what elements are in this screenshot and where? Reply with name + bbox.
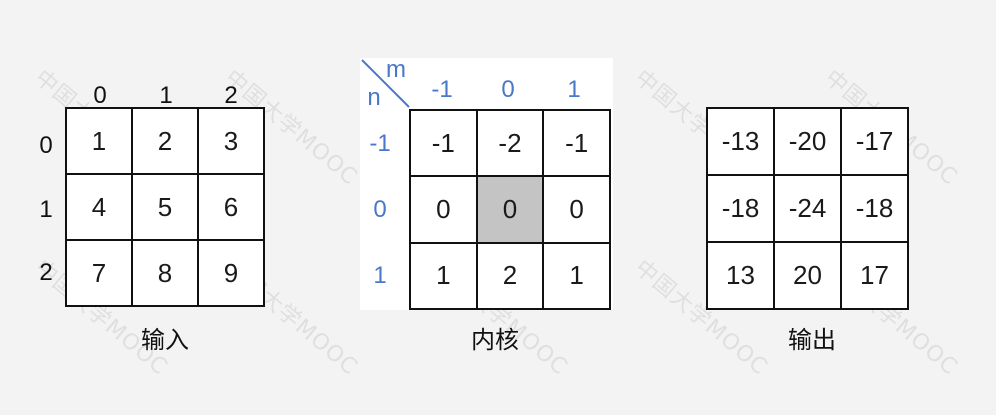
matrix-cell: 7 (65, 239, 133, 307)
input-matrix: 1 2 3 4 5 6 7 8 9 (65, 107, 265, 307)
kernel-col-label: -1 (431, 76, 453, 103)
matrix-cell: 4 (65, 173, 133, 241)
matrix-cell: 5 (131, 173, 199, 241)
matrix-cell: 20 (773, 241, 842, 310)
matrix-cell: -2 (475, 108, 545, 178)
input-col-label: 0 (93, 82, 107, 109)
matrix-cell: -1 (409, 108, 478, 178)
matrix-cell: -18 (840, 174, 909, 243)
matrix-cell: 3 (197, 107, 265, 175)
input-row-label: 1 (39, 196, 53, 223)
kernel-row-label: -1 (369, 130, 391, 157)
matrix-cell: -1 (542, 108, 611, 178)
input-col-label: 1 (159, 82, 173, 109)
kernel-caption: 内核 (471, 326, 519, 354)
axis-label-n: n (367, 84, 381, 111)
kernel-col-label: 0 (501, 76, 515, 103)
matrix-cell: -20 (773, 107, 842, 176)
matrix-cell: -24 (773, 174, 842, 243)
kernel-col-label: 1 (567, 76, 581, 103)
kernel-center-cell: 0 (475, 175, 545, 244)
matrix-cell: 0 (542, 175, 611, 244)
input-row-label: 2 (39, 259, 53, 286)
matrix-cell: 0 (409, 175, 478, 244)
matrix-cell: -13 (706, 107, 775, 176)
matrix-cell: 17 (840, 241, 909, 310)
matrix-cell: -18 (706, 174, 775, 243)
matrix-cell: 1 (65, 107, 133, 175)
kernel-row-label: 0 (373, 196, 387, 223)
output-matrix: -13 -20 -17 -18 -24 -18 13 20 17 (706, 107, 909, 310)
matrix-cell: 13 (706, 241, 775, 310)
input-col-label: 2 (224, 82, 238, 109)
matrix-cell: 8 (131, 239, 199, 307)
matrix-cell: 2 (131, 107, 199, 175)
input-row-label: 0 (39, 132, 53, 159)
axis-label-m: m (386, 56, 406, 83)
matrix-cell: 1 (542, 241, 611, 311)
matrix-cell: 2 (475, 241, 545, 311)
matrix-cell: 6 (197, 173, 265, 241)
matrix-cell: 9 (197, 239, 265, 307)
matrix-cell: -17 (840, 107, 909, 176)
output-caption: 输出 (788, 326, 836, 354)
matrix-cell: 1 (409, 241, 478, 311)
kernel-row-label: 1 (373, 262, 387, 289)
input-caption: 输入 (141, 326, 189, 354)
kernel-matrix: -1 -2 -1 0 0 0 1 2 1 (409, 108, 611, 311)
